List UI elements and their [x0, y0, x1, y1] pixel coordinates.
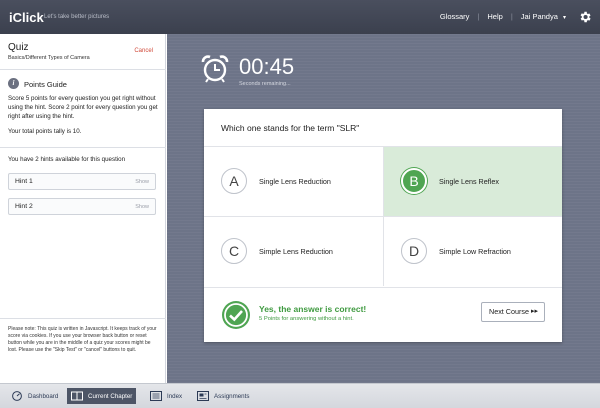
points-guide-text: Score 5 points for every question you ge…: [8, 95, 158, 120]
divider: [0, 318, 166, 319]
divider: [0, 69, 166, 70]
alarm-clock-icon: [201, 55, 229, 83]
assignments-icon: [197, 391, 209, 401]
sidebar-title: Quiz: [8, 42, 29, 53]
bottom-item-label: Assignments: [214, 392, 250, 400]
feedback-points: 5 Points for answering without a hint.: [259, 316, 354, 322]
quiz-main: 00:45 Seconds remaining... Which one sta…: [167, 34, 600, 383]
hint-2[interactable]: Hint 2 Show: [8, 198, 156, 215]
divider: [0, 147, 166, 148]
bottom-item-assignments[interactable]: Assignments: [193, 388, 253, 404]
next-course-label: Next Course: [489, 307, 529, 316]
option-d[interactable]: D Simple Low Refraction: [383, 216, 562, 286]
option-letter: A: [221, 168, 247, 194]
points-tally: Your total points tally is 10.: [8, 128, 82, 135]
nav-separator: |: [477, 12, 480, 21]
timer-caption: Seconds remaining...: [239, 81, 291, 87]
index-icon: [150, 391, 162, 401]
hint-show-button[interactable]: Show: [135, 179, 149, 185]
option-c[interactable]: C Simple Lens Reduction: [204, 216, 383, 286]
bottom-item-label: Current Chapter: [88, 392, 133, 400]
hint-show-button[interactable]: Show: [135, 204, 149, 210]
next-course-button[interactable]: Next Course ▸▸: [481, 302, 545, 322]
option-a[interactable]: A Single Lens Reduction: [204, 146, 383, 216]
gear-icon[interactable]: [578, 10, 592, 24]
bottom-item-current-chapter[interactable]: Current Chapter: [67, 388, 137, 404]
sidebar-subtitle: Basics/Different Types of Camera: [8, 55, 90, 61]
timer-value: 00:45: [239, 54, 295, 79]
bottom-item-label: Index: [167, 392, 183, 400]
option-b[interactable]: B Single Lens Reflex: [383, 146, 562, 216]
nav-separator: |: [510, 12, 513, 21]
app-tagline: Let's take better pictures: [44, 14, 110, 20]
feedback-title: Yes, the answer is correct!: [259, 304, 367, 314]
option-text: Simple Lens Reduction: [259, 247, 333, 256]
hint-1[interactable]: Hint 1 Show: [8, 173, 156, 190]
option-text: Simple Low Refraction: [439, 247, 511, 256]
top-nav: Glossary | Help | Jai Pandya ▾: [440, 12, 566, 21]
bottom-item-dashboard[interactable]: Dashboard: [7, 388, 62, 404]
double-arrow-icon: ▸▸: [530, 308, 538, 315]
checkmark-icon: [222, 301, 250, 329]
answer-feedback: Yes, the answer is correct! 5 Points for…: [204, 287, 562, 342]
hints-available-text: You have 2 hints available for this ques…: [8, 156, 126, 163]
quiz-note: Please note: This quiz is written in Jav…: [8, 326, 157, 353]
option-letter: D: [401, 238, 427, 264]
bottom-bar: Dashboard Current Chapter Index Assignme…: [0, 383, 600, 408]
option-letter: B: [401, 168, 427, 194]
app-logo[interactable]: iClick: [9, 10, 44, 25]
top-bar: iClick Let's take better pictures Glossa…: [0, 0, 600, 34]
hint-label: Hint 2: [15, 203, 33, 210]
chevron-down-icon: ▾: [562, 15, 566, 21]
info-icon: i: [8, 78, 19, 89]
dashboard-icon: [12, 391, 22, 401]
bottom-item-index[interactable]: Index: [146, 388, 186, 404]
quiz-sidebar: Quiz Basics/Different Types of Camera Ca…: [0, 34, 166, 383]
question-text: Which one stands for the term "SLR": [221, 123, 360, 133]
cancel-link[interactable]: Cancel: [134, 48, 153, 54]
hint-label: Hint 1: [15, 178, 33, 185]
option-letter: C: [221, 238, 247, 264]
user-name: Jai Pandya: [520, 12, 558, 21]
option-text: Single Lens Reduction: [259, 177, 331, 186]
question-card: Which one stands for the term "SLR" A Si…: [204, 109, 562, 342]
user-menu[interactable]: Jai Pandya ▾: [521, 12, 566, 21]
bottom-item-label: Dashboard: [28, 392, 59, 400]
book-icon: [71, 391, 83, 401]
points-guide-title: Points Guide: [24, 80, 67, 89]
nav-help[interactable]: Help: [487, 12, 502, 21]
nav-glossary[interactable]: Glossary: [440, 12, 470, 21]
option-text: Single Lens Reflex: [439, 177, 499, 186]
